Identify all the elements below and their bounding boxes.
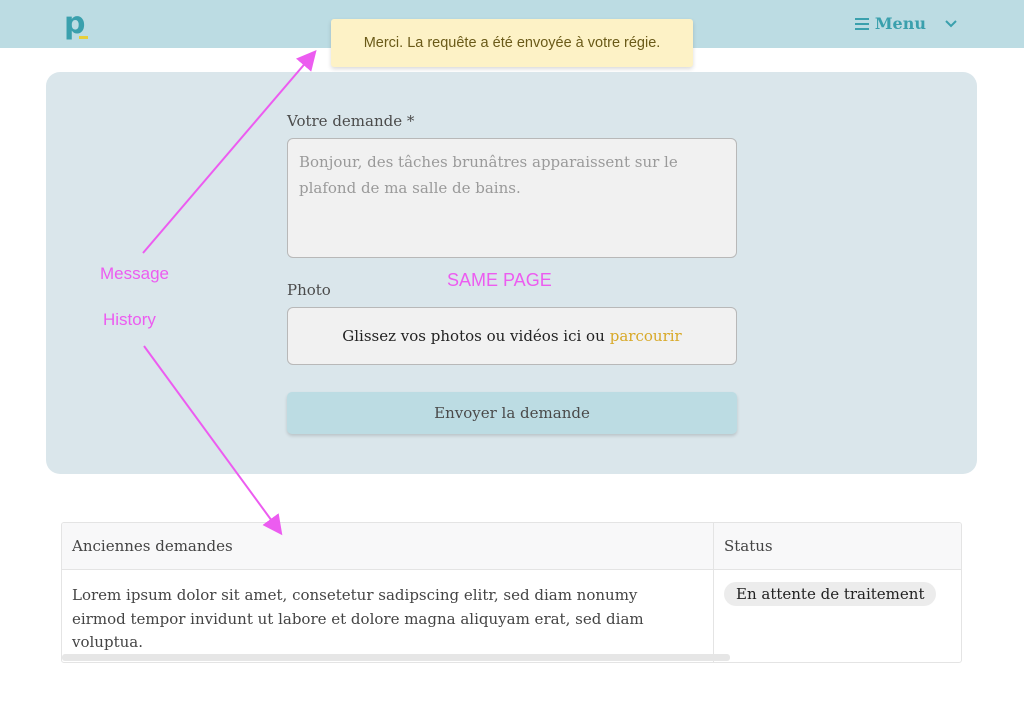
toast-message: Merci. La requête a été envoyée à votre …: [363, 35, 661, 51]
logo[interactable]: p: [64, 6, 92, 40]
horizontal-scrollbar[interactable]: [62, 654, 730, 661]
column-header-status: Status: [724, 537, 773, 555]
status-badge: En attente de traitement: [724, 582, 937, 606]
request-textarea[interactable]: Bonjour, des tâches brunâtres apparaisse…: [287, 138, 737, 258]
annotation-history: History: [103, 310, 156, 329]
svg-text:p: p: [64, 6, 85, 40]
request-history-table: Anciennes demandes Status Lorem ipsum do…: [61, 522, 962, 663]
table-header: Anciennes demandes Status: [62, 523, 961, 570]
photo-dropzone[interactable]: Glissez vos photos ou vidéos ici ou parc…: [287, 307, 737, 365]
dropzone-text: Glissez vos photos ou vidéos ici ou: [342, 327, 605, 345]
hamburger-icon: [854, 17, 869, 30]
column-divider: [713, 523, 714, 662]
column-header-requests: Anciennes demandes: [72, 537, 233, 555]
request-label: Votre demande *: [287, 112, 415, 130]
annotation-message: Message: [100, 264, 169, 283]
chevron-down-icon: [945, 19, 957, 27]
menu-button[interactable]: Menu: [854, 14, 958, 33]
success-toast: Merci. La requête a été envoyée à votre …: [331, 19, 693, 67]
browse-link[interactable]: parcourir: [610, 327, 682, 345]
request-cell: Lorem ipsum dolor sit amet, consetetur s…: [72, 586, 644, 651]
menu-label: Menu: [874, 14, 926, 33]
submit-request-button[interactable]: Envoyer la demande: [287, 392, 737, 434]
annotation-same-page: SAME PAGE: [447, 270, 552, 290]
photo-label: Photo: [287, 281, 331, 299]
